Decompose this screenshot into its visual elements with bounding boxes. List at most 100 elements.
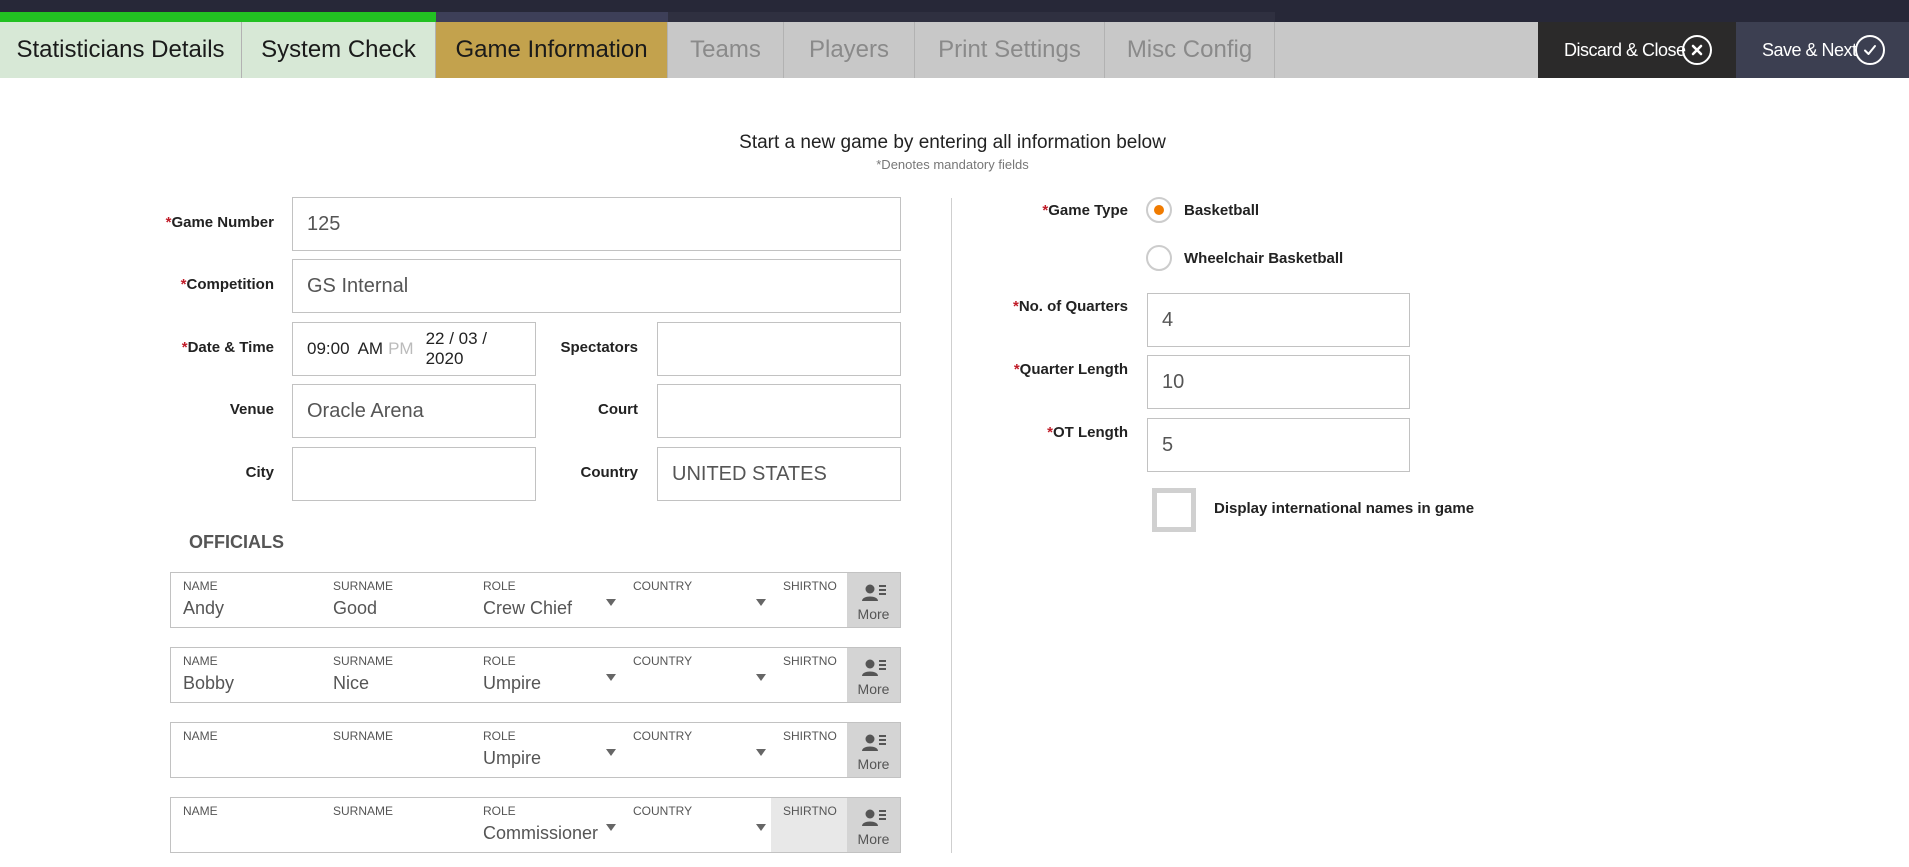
official-more-button[interactable]: More [847, 573, 900, 627]
official-country-select[interactable]: COUNTRY [621, 798, 771, 852]
close-icon [1682, 35, 1712, 65]
spectators-label: Spectators [560, 339, 638, 356]
tab-misc-config[interactable]: Misc Config [1105, 22, 1275, 78]
name-header: NAME [183, 729, 218, 743]
shirtno-header: SHIRTNO [783, 654, 837, 668]
progress-current [436, 12, 668, 22]
spectators-input[interactable] [657, 322, 901, 376]
wizard-tabs: Statisticians Details System Check Game … [0, 22, 1538, 78]
tab-system-check[interactable]: System Check [242, 22, 436, 78]
chevron-down-icon [606, 749, 616, 756]
intro-title: Start a new game by entering all informa… [739, 132, 1166, 153]
date-time-input[interactable]: 09:00 AM PM 22 / 03 / 2020 [292, 322, 536, 376]
official-name-field[interactable]: NAME Bobby [171, 648, 321, 702]
country-input[interactable]: UNITED STATES [657, 447, 901, 501]
country-header: COUNTRY [633, 654, 693, 668]
intl-names-checkbox[interactable] [1152, 488, 1196, 532]
wheelchair-basketball-label[interactable]: Wheelchair Basketball [1184, 250, 1343, 267]
official-row: NAME SURNAME ROLE Commissioner COUNTRY SH… [170, 797, 901, 853]
official-name-field[interactable]: NAME Andy [171, 573, 321, 627]
tab-statisticians-details[interactable]: Statisticians Details [0, 22, 242, 78]
user-list-icon [861, 734, 886, 751]
court-label: Court [598, 401, 638, 418]
official-role-value: Commissioner [483, 823, 599, 843]
user-list-icon [861, 809, 886, 826]
date-time-label: *Date & Time [181, 339, 274, 356]
official-shirtno-field[interactable]: SHIRTNO [771, 648, 847, 702]
official-shirtno-field[interactable]: SHIRTNO [771, 723, 847, 777]
pm-toggle[interactable]: PM [388, 339, 414, 359]
minute-value[interactable]: 00 [331, 339, 350, 359]
top-strip [0, 0, 1909, 22]
official-role-select[interactable]: ROLE Commissioner [471, 798, 621, 852]
user-list-icon [861, 584, 886, 601]
name-header: NAME [183, 804, 218, 818]
venue-label: Venue [229, 401, 274, 418]
discard-close-button[interactable]: Discard & Close [1538, 22, 1736, 78]
official-surname-field[interactable]: SURNAME [321, 798, 471, 852]
country-label: Country [580, 464, 639, 481]
game-number-input[interactable]: 125 [292, 197, 901, 251]
tab-print-settings[interactable]: Print Settings [915, 22, 1105, 78]
quarter-length-input[interactable]: 10 [1147, 355, 1410, 409]
surname-header: SURNAME [333, 804, 394, 818]
role-header: ROLE [483, 804, 516, 818]
tab-players[interactable]: Players [784, 22, 915, 78]
competition-input[interactable]: GS Internal [292, 259, 901, 313]
hour-value[interactable]: 09 [307, 339, 326, 359]
official-row: NAME Andy SURNAME Good ROLE Crew Chief COUN… [170, 572, 901, 628]
chevron-down-icon [756, 674, 766, 681]
tab-game-information[interactable]: Game Information [436, 22, 668, 78]
date-value[interactable]: 22 / 03 / 2020 [426, 329, 521, 369]
quarters-input[interactable]: 4 [1147, 293, 1410, 347]
check-icon [1855, 35, 1885, 65]
officials-title: OFFICIALS [189, 532, 284, 552]
country-header: COUNTRY [633, 729, 693, 743]
official-row: NAME Bobby SURNAME Nice ROLE Umpire COUNTRY… [170, 647, 901, 703]
official-country-select[interactable]: COUNTRY [621, 573, 771, 627]
official-surname-value: Nice [333, 673, 370, 693]
radio-basketball[interactable] [1146, 197, 1172, 223]
official-more-button[interactable]: More [847, 648, 900, 702]
am-toggle[interactable]: AM [358, 339, 384, 359]
official-shirtno-field[interactable]: SHIRTNO [771, 798, 847, 852]
official-role-value: Crew Chief [483, 598, 573, 618]
chevron-down-icon [756, 824, 766, 831]
official-surname-field[interactable]: SURNAME Nice [321, 648, 471, 702]
tab-teams[interactable]: Teams [668, 22, 784, 78]
quarters-label: *No. of Quarters [1012, 298, 1128, 315]
official-more-button[interactable]: More [847, 798, 900, 852]
intl-names-label[interactable]: Display international names in game [1214, 500, 1474, 517]
game-number-label: *Game Number [165, 214, 274, 231]
official-surname-field[interactable]: SURNAME Good [321, 573, 471, 627]
role-header: ROLE [483, 729, 516, 743]
official-country-select[interactable]: COUNTRY [621, 723, 771, 777]
more-label: More [857, 681, 890, 697]
official-role-select[interactable]: ROLE Crew Chief [471, 573, 621, 627]
competition-label: *Competition [180, 276, 274, 293]
official-more-button[interactable]: More [847, 723, 900, 777]
official-name-field[interactable]: NAME [171, 798, 321, 852]
city-input[interactable] [292, 447, 536, 501]
shirtno-header: SHIRTNO [783, 804, 837, 818]
court-input[interactable] [657, 384, 901, 438]
official-role-value: Umpire [483, 673, 542, 693]
chevron-down-icon [756, 749, 766, 756]
venue-input[interactable]: Oracle Arena [292, 384, 536, 438]
name-header: NAME [183, 654, 218, 668]
official-role-select[interactable]: ROLE Umpire [471, 648, 621, 702]
surname-header: SURNAME [333, 729, 394, 743]
official-country-select[interactable]: COUNTRY [621, 648, 771, 702]
game-type-label: *Game Type [1042, 202, 1128, 219]
save-next-label: Save & Next [1762, 39, 1857, 60]
name-header: NAME [183, 579, 218, 593]
basketball-label[interactable]: Basketball [1184, 202, 1259, 219]
official-shirtno-field[interactable]: SHIRTNO [771, 573, 847, 627]
save-next-button[interactable]: Save & Next [1736, 22, 1909, 78]
ot-length-input[interactable]: 5 [1147, 418, 1410, 472]
progress-remaining [668, 12, 1275, 22]
official-role-select[interactable]: ROLE Umpire [471, 723, 621, 777]
radio-wheelchair-basketball[interactable] [1146, 245, 1172, 271]
official-surname-field[interactable]: SURNAME [321, 723, 471, 777]
official-name-field[interactable]: NAME [171, 723, 321, 777]
